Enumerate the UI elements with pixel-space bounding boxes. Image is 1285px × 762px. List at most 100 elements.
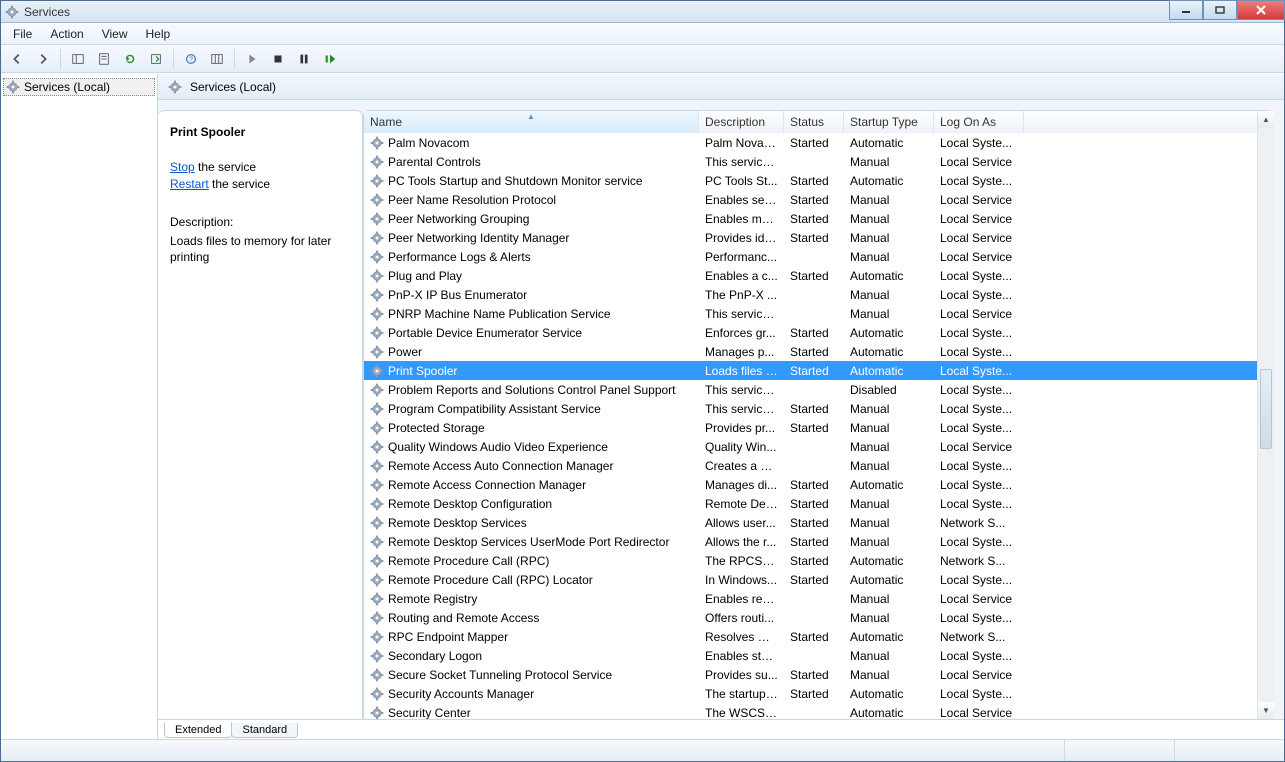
service-logon: Local Syste... [934,573,1024,587]
service-status: Started [784,231,844,245]
scroll-up-button[interactable]: ▲ [1258,111,1274,128]
column-header-startup[interactable]: Startup Type [844,111,934,133]
table-row[interactable]: Program Compatibility Assistant ServiceT… [364,399,1274,418]
table-row[interactable]: PC Tools Startup and Shutdown Monitor se… [364,171,1274,190]
table-row[interactable]: PNRP Machine Name Publication ServiceThi… [364,304,1274,323]
column-header-status[interactable]: Status [784,111,844,133]
table-row[interactable]: Remote Procedure Call (RPC)The RPCSS ...… [364,551,1274,570]
scroll-track[interactable] [1258,128,1274,702]
service-description: Allows the r... [699,535,784,549]
table-row[interactable]: Problem Reports and Solutions Control Pa… [364,380,1274,399]
pause-service-button[interactable] [292,48,316,70]
gear-icon [370,649,384,663]
table-row[interactable]: Quality Windows Audio Video ExperienceQu… [364,437,1274,456]
table-row[interactable]: Portable Device Enumerator ServiceEnforc… [364,323,1274,342]
list-body[interactable]: Palm NovacomPalm Novac...StartedAutomati… [364,133,1274,719]
view-tabs: Extended Standard [158,719,1284,739]
gear-icon [370,497,384,511]
menu-view[interactable]: View [94,25,136,43]
table-row[interactable]: Parental ControlsThis service ...ManualL… [364,152,1274,171]
tab-standard[interactable]: Standard [231,723,298,738]
service-startup: Manual [844,592,934,606]
service-description: This service ... [699,402,784,416]
export-button[interactable] [144,48,168,70]
table-row[interactable]: Secure Socket Tunneling Protocol Service… [364,665,1274,684]
tree-item-services-local[interactable]: Services (Local) [3,78,155,96]
service-logon: Local Syste... [934,535,1024,549]
table-row[interactable]: Palm NovacomPalm Novac...StartedAutomati… [364,133,1274,152]
start-service-button[interactable] [240,48,264,70]
service-description: Palm Novac... [699,136,784,150]
service-startup: Automatic [844,364,934,378]
service-name: Performance Logs & Alerts [388,250,531,264]
table-row[interactable]: Peer Name Resolution ProtocolEnables ser… [364,190,1274,209]
tree-pane: Services (Local) [1,74,158,739]
table-row[interactable]: Remote Desktop ConfigurationRemote Des..… [364,494,1274,513]
service-name: Portable Device Enumerator Service [388,326,582,340]
column-chooser-button[interactable] [205,48,229,70]
help-button[interactable]: ? [179,48,203,70]
table-row[interactable]: Performance Logs & AlertsPerformanc...Ma… [364,247,1274,266]
table-row[interactable]: Routing and Remote AccessOffers routi...… [364,608,1274,627]
service-logon: Local Syste... [934,269,1024,283]
service-status: Started [784,668,844,682]
restart-service-link[interactable]: Restart [170,177,209,191]
table-row[interactable]: Remote Desktop Services UserMode Port Re… [364,532,1274,551]
table-row[interactable]: Print SpoolerLoads files t...StartedAuto… [364,361,1274,380]
table-row[interactable]: Plug and PlayEnables a c...StartedAutoma… [364,266,1274,285]
table-row[interactable]: Protected StorageProvides pr...StartedMa… [364,418,1274,437]
close-button[interactable] [1237,0,1285,20]
restart-service-button[interactable] [318,48,342,70]
table-row[interactable]: Remote RegistryEnables rem...ManualLocal… [364,589,1274,608]
refresh-button[interactable] [118,48,142,70]
column-header-description[interactable]: Description [699,111,784,133]
table-row[interactable]: Remote Desktop ServicesAllows user...Sta… [364,513,1274,532]
service-logon: Local Syste... [934,611,1024,625]
menu-help[interactable]: Help [138,25,179,43]
tab-extended[interactable]: Extended [164,722,232,738]
table-row[interactable]: Security Accounts ManagerThe startup ...… [364,684,1274,703]
scroll-down-button[interactable]: ▼ [1258,702,1274,719]
service-logon: Local Service [934,668,1024,682]
minimize-button[interactable] [1169,0,1203,20]
back-button[interactable] [5,48,29,70]
table-row[interactable]: PowerManages p...StartedAutomaticLocal S… [364,342,1274,361]
column-header-logon[interactable]: Log On As [934,111,1024,133]
toolbar-separator [173,49,174,69]
column-header-name[interactable]: Name ▲ [364,111,699,133]
vertical-scrollbar[interactable]: ▲ ▼ [1257,111,1274,719]
stop-service-link[interactable]: Stop [170,160,195,174]
properties-button[interactable] [92,48,116,70]
gear-icon [370,554,384,568]
show-hide-tree-button[interactable] [66,48,90,70]
service-logon: Local Service [934,193,1024,207]
service-name: Peer Networking Identity Manager [388,231,569,245]
menu-file[interactable]: File [5,25,40,43]
service-name: PNRP Machine Name Publication Service [388,307,611,321]
scroll-thumb[interactable] [1260,369,1272,449]
gear-icon [370,630,384,644]
forward-button[interactable] [31,48,55,70]
table-row[interactable]: Secondary LogonEnables star...ManualLoca… [364,646,1274,665]
service-startup: Automatic [844,269,934,283]
maximize-button[interactable] [1203,0,1237,20]
table-row[interactable]: Remote Access Auto Connection ManagerCre… [364,456,1274,475]
service-logon: Local Syste... [934,649,1024,663]
table-row[interactable]: RPC Endpoint MapperResolves RP...Started… [364,627,1274,646]
service-name: Peer Name Resolution Protocol [388,193,556,207]
toolbar-separator [234,49,235,69]
table-row[interactable]: Remote Procedure Call (RPC) LocatorIn Wi… [364,570,1274,589]
table-row[interactable]: Peer Networking Identity ManagerProvides… [364,228,1274,247]
restart-service-suffix: the service [209,177,270,191]
service-startup: Manual [844,668,934,682]
service-description: Enables a c... [699,269,784,283]
table-row[interactable]: Remote Access Connection ManagerManages … [364,475,1274,494]
titlebar[interactable]: Services [1,1,1284,23]
gear-icon [370,364,384,378]
stop-service-button[interactable] [266,48,290,70]
table-row[interactable]: Security CenterThe WSCSV...AutomaticLoca… [364,703,1274,719]
service-status: Started [784,402,844,416]
menu-action[interactable]: Action [42,25,91,43]
table-row[interactable]: Peer Networking GroupingEnables mul...St… [364,209,1274,228]
table-row[interactable]: PnP-X IP Bus EnumeratorThe PnP-X ...Manu… [364,285,1274,304]
